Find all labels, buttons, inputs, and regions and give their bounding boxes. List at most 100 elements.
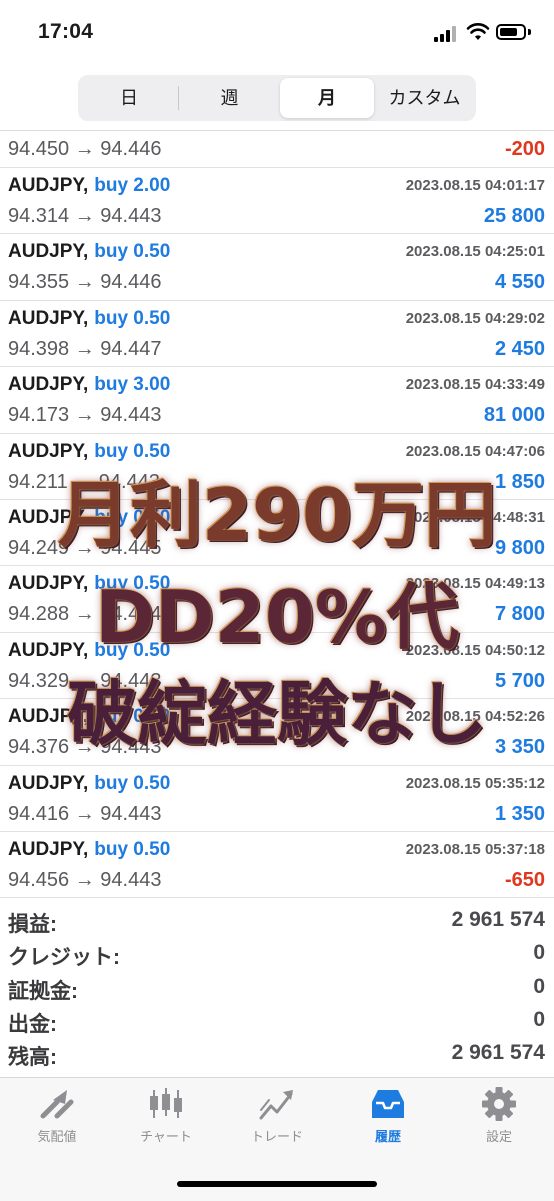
deal-datetime: 2023.08.15 05:37:18 xyxy=(405,840,545,858)
period-tab-week[interactable]: 週 xyxy=(179,78,280,118)
tab-quotes[interactable]: 気配値 xyxy=(2,1086,112,1145)
deal-prices: 94.376 → 94.443 xyxy=(8,736,162,759)
deal-side: buy 0.50 xyxy=(94,506,171,528)
period-tab-day[interactable]: 日 xyxy=(80,78,178,118)
tab-settings[interactable]: 設定 xyxy=(444,1086,554,1145)
chart-icon xyxy=(150,1088,182,1118)
battery-cap xyxy=(528,29,531,35)
deal-datetime: 2023.08.15 04:48:31 xyxy=(405,508,545,526)
trade-icon xyxy=(259,1090,293,1120)
deal-row[interactable]: AUDJPY, buy 3.00 2023.08.15 04:33:49 94.1… xyxy=(0,367,554,434)
deal-row[interactable]: AUDJPY, buy 0.50 2023.08.15 05:35:12 94.4… xyxy=(0,766,554,832)
deal-profit: -650 xyxy=(504,868,545,891)
cellular-signal-icon xyxy=(434,26,460,42)
battery-icon xyxy=(496,24,526,40)
deal-side: buy 0.50 xyxy=(94,307,171,329)
deal-profit: 7 800 xyxy=(494,603,545,626)
deal-prices: 94.211 → 94.443 xyxy=(8,470,160,493)
deal-row[interactable]: AUDJPY, buy 0.50 2023.08.15 04:48:31 94.2… xyxy=(0,500,554,567)
status-time: 17:04 xyxy=(38,20,94,43)
deal-side: buy 0.50 xyxy=(94,706,171,728)
deal-symbol: AUDJPY, buy 0.50 xyxy=(8,772,171,794)
deal-side: buy 2.00 xyxy=(94,175,171,196)
deal-profit: 4 550 xyxy=(494,271,545,294)
deal-datetime: 2023.08.15 04:33:49 xyxy=(405,376,545,394)
deal-prices: 94.173 → 94.443 xyxy=(8,404,162,427)
deal-symbol: AUDJPY, buy 0.50 xyxy=(8,639,171,661)
deal-profit: 5 700 xyxy=(494,669,545,692)
summary-label: 出金: xyxy=(8,1012,57,1036)
deal-symbol: AUDJPY, buy 0.50 xyxy=(8,573,171,595)
summary-row: 証拠金: 0 xyxy=(0,971,554,1004)
tab-history[interactable]: 履歴 xyxy=(333,1086,443,1145)
quotes-icon xyxy=(40,1090,74,1119)
summary-value: 0 xyxy=(533,1007,545,1031)
deal-datetime: 2023.08.15 04:29:02 xyxy=(405,309,545,327)
tab-chart[interactable]: チャート xyxy=(111,1086,221,1145)
deal-row[interactable]: AUDJPY, buy 0.50 2023.08.15 04:25:01 94.3… xyxy=(0,234,554,301)
deal-prices: 94.450 → 94.446 xyxy=(8,138,162,160)
deal-row[interactable]: AUDJPY, buy 0.50 2023.08.15 04:52:26 94.3… xyxy=(0,699,554,766)
wifi-icon xyxy=(466,23,490,40)
summary-label: 損益: xyxy=(8,913,57,936)
status-bar: 17:04 xyxy=(0,0,554,64)
period-tab-month[interactable]: 月 xyxy=(280,78,374,118)
deal-profit: 3 350 xyxy=(494,736,545,759)
deal-side: buy 0.50 xyxy=(94,838,171,860)
history-icon xyxy=(372,1090,404,1118)
deal-side: buy 3.00 xyxy=(94,374,171,396)
deal-row[interactable]: AUDJPY, buy 0.50 2023.08.15 04:29:02 94.3… xyxy=(0,301,554,368)
summary-row: クレジット: 0 xyxy=(0,937,554,970)
deal-symbol: AUDJPY, buy 0.50 xyxy=(8,307,171,329)
deal-row[interactable]: AUDJPY, buy 0.50 2023.08.15 04:49:13 94.2… xyxy=(0,566,554,633)
summary-value: 0 xyxy=(533,974,545,998)
deal-side: buy 0.50 xyxy=(94,573,171,595)
deal-profit: 81 000 xyxy=(483,404,545,427)
deal-prices: 94.314 → 94.443 xyxy=(8,205,162,227)
settings-icon xyxy=(482,1087,516,1121)
deal-side: buy 0.50 xyxy=(94,772,171,794)
deal-symbol: AUDJPY, buy 0.50 xyxy=(8,706,171,728)
deal-symbol: AUDJPY, buy 2.00 xyxy=(8,175,171,196)
deal-datetime: 2023.08.15 04:52:26 xyxy=(405,708,545,726)
summary-label: クレジット: xyxy=(8,946,120,970)
deal-prices: 94.355 → 94.446 xyxy=(8,271,162,294)
period-segmented-control: 日 週 月 カスタム xyxy=(78,75,476,121)
deal-symbol: AUDJPY, buy 3.00 xyxy=(8,374,171,396)
deal-side: buy 0.50 xyxy=(94,241,171,263)
summary-value: 2 961 574 xyxy=(451,908,545,931)
deal-profit: 25 800 xyxy=(483,205,545,227)
deal-profit: -200 xyxy=(504,138,545,160)
deal-datetime: 2023.08.15 05:35:12 xyxy=(405,774,545,792)
deal-side: buy 0.50 xyxy=(94,440,171,462)
deal-prices: 94.249 → 94.445 xyxy=(8,536,162,559)
summary-label: 残高: xyxy=(8,1046,57,1070)
deal-profit: 2 450 xyxy=(494,337,545,360)
deal-datetime: 2023.08.15 04:49:13 xyxy=(405,575,545,593)
summary-label: 証拠金: xyxy=(8,979,78,1003)
deal-row[interactable]: AUDJPY, buy 2.00 2023.08.15 04:01:17 94.3… xyxy=(0,168,554,235)
deal-profit: 9 800 xyxy=(494,536,545,559)
deal-row[interactable]: AUDJPY, buy 0.50 2023.08.15 04:50:12 94.3… xyxy=(0,633,554,700)
deal-prices: 94.456 → 94.443 xyxy=(8,868,162,891)
summary-row: 出金: 0 xyxy=(0,1004,554,1037)
summary-row: 損益: 2 961 574 xyxy=(0,904,554,937)
summary-value: 0 xyxy=(533,941,545,965)
deal-profit: 1 850 xyxy=(494,470,545,493)
home-indicator xyxy=(177,1181,377,1187)
deal-symbol: AUDJPY, buy 0.50 xyxy=(8,241,171,263)
tab-trade[interactable]: トレード xyxy=(222,1086,332,1145)
deal-datetime: 2023.08.15 04:47:06 xyxy=(405,442,545,460)
deal-row[interactable]: AUDJPY, buy 0.50 2023.08.15 04:47:06 94.2… xyxy=(0,434,554,500)
summary-row: 残高: 2 961 574 xyxy=(0,1037,554,1070)
deal-prices: 94.398 → 94.447 xyxy=(8,337,162,360)
deal-symbol: AUDJPY, buy 0.50 xyxy=(8,838,171,860)
account-summary: 損益: 2 961 574 クレジット: 0 証拠金: 0 出金: 0 残高: … xyxy=(0,904,554,1070)
deal-prices: 94.416 → 94.443 xyxy=(8,802,162,825)
deal-datetime: 2023.08.15 04:50:12 xyxy=(405,641,545,659)
deal-row[interactable]: AUDJPY, buy 0.50 2023.08.15 05:37:18 94.4… xyxy=(0,832,554,899)
deals-list: 94.450 → 94.446 -200 AUDJPY, buy 2.00 202… xyxy=(0,130,554,899)
period-tab-custom[interactable]: カスタム xyxy=(374,78,475,118)
deal-side: buy 0.50 xyxy=(94,639,171,661)
deal-row[interactable]: 94.450 → 94.446 -200 xyxy=(0,130,554,168)
